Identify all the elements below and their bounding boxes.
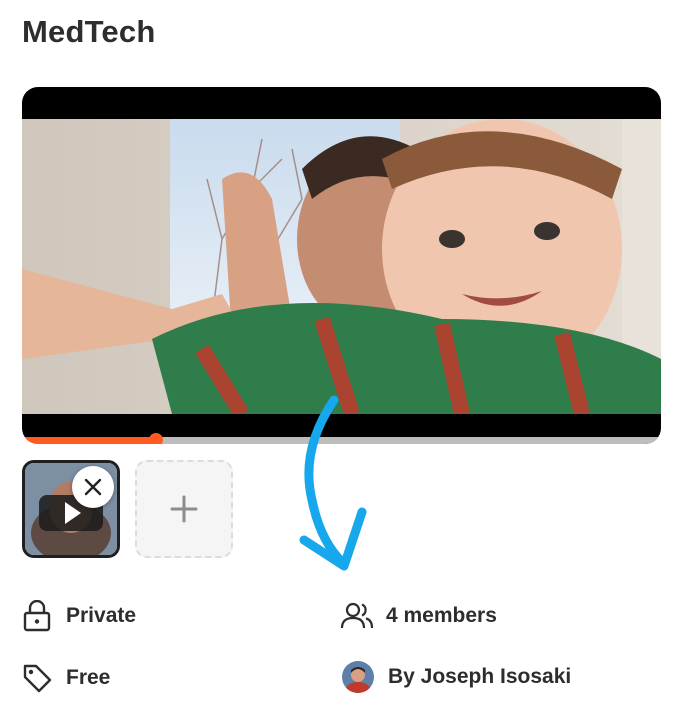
members-row[interactable]: 4 members <box>340 599 497 633</box>
lock-icon <box>20 599 54 633</box>
members-label: 4 members <box>386 604 497 627</box>
remove-thumbnail-button[interactable] <box>72 466 114 508</box>
users-icon <box>340 599 374 633</box>
tag-icon <box>20 661 54 695</box>
close-icon <box>84 478 102 496</box>
annotation-arrow <box>290 390 390 585</box>
price-row: Free <box>20 661 110 695</box>
author-row[interactable]: By Joseph Isosaki <box>342 661 571 693</box>
add-media-button[interactable] <box>135 460 233 558</box>
video-progress-fill <box>22 437 157 444</box>
price-label: Free <box>66 666 111 689</box>
privacy-row: Private <box>20 599 136 633</box>
plus-icon <box>170 495 198 523</box>
author-label: By Joseph Isosaki <box>388 665 572 688</box>
privacy-label: Private <box>66 604 137 627</box>
video-frame[interactable] <box>22 119 661 414</box>
avatar <box>342 661 374 693</box>
page-title: MedTech <box>22 14 156 49</box>
video-progress-knob[interactable] <box>149 433 164 444</box>
